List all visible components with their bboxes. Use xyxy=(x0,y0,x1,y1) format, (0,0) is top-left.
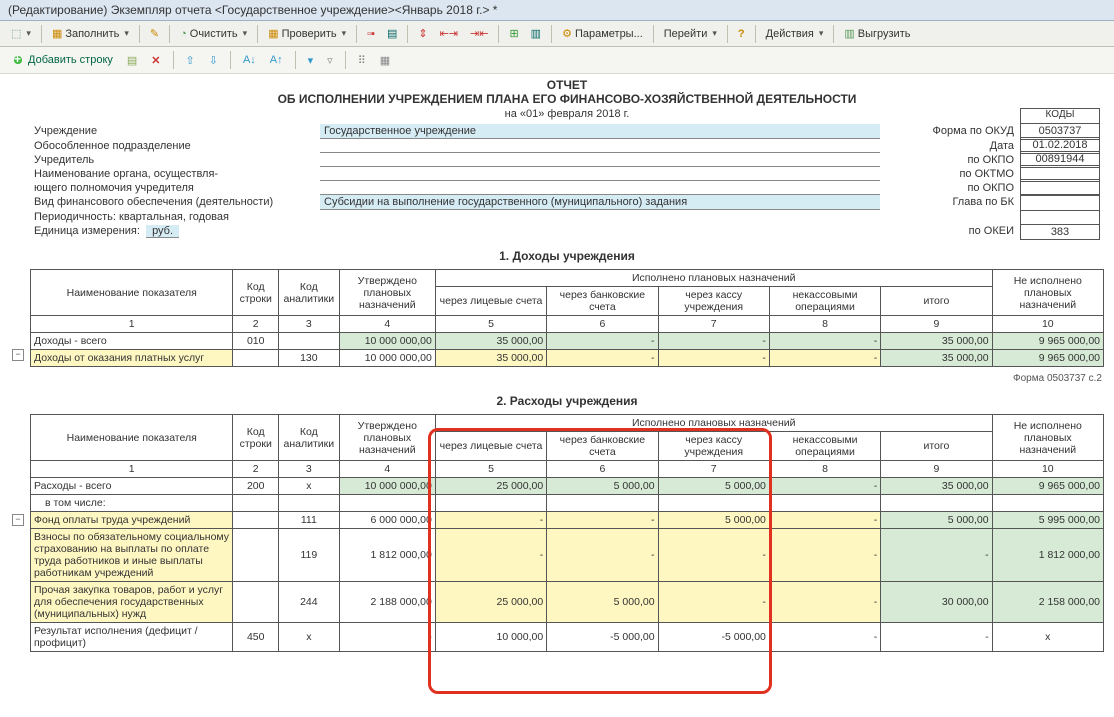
copy-row-icon[interactable]: ▤ xyxy=(122,51,142,70)
nav-btn[interactable]: ⬚▾ xyxy=(6,24,36,43)
val-unit[interactable]: руб. xyxy=(146,225,179,238)
val-auth2[interactable] xyxy=(320,181,880,195)
row-up-icon[interactable]: ⇧ xyxy=(181,51,200,70)
sort-asc-icon[interactable]: A↓ xyxy=(238,51,261,69)
report-subtitle: ОБ ИСПОЛНЕНИИ УЧРЕЖДЕНИЕМ ПЛАНА ЕГО ФИНА… xyxy=(30,92,1104,106)
code-bk xyxy=(1020,194,1100,225)
lbl-bk: Глава по БК xyxy=(880,195,1020,210)
code-okei: 383 xyxy=(1020,224,1100,240)
report-body: − − ОТЧЕТ ОБ ИСПОЛНЕНИИ УЧРЕЖДЕНИЕМ ПЛАН… xyxy=(0,74,1114,662)
sort-desc-icon[interactable]: A↑ xyxy=(265,51,288,69)
tb-ico-2[interactable]: ▤ xyxy=(382,24,402,43)
window-title: (Редактирование) Экземпляр отчета <Госуд… xyxy=(0,0,1114,21)
table-row[interactable]: Доходы от оказания платных услуг13010 00… xyxy=(31,350,1104,367)
add-row-button[interactable]: Добавить строку xyxy=(6,50,118,70)
table-row[interactable]: Доходы - всего01010 000 000,0035 000,00-… xyxy=(31,333,1104,350)
outline-toggle-2[interactable]: − xyxy=(12,514,24,526)
table-row[interactable]: Результат исполнения (дефицит / профицит… xyxy=(31,623,1104,652)
lbl-oktmo: по ОКТМО xyxy=(880,167,1020,181)
section1-title: 1. Доходы учреждения xyxy=(30,249,1104,263)
report-title: ОТЧЕТ xyxy=(30,78,1104,92)
unload-button[interactable]: ▥Выгрузить xyxy=(839,24,915,43)
fill-button[interactable]: ▦Заполнить▾ xyxy=(47,24,134,43)
lbl-founder: Учредитель xyxy=(30,153,320,167)
clear-button[interactable]: ◔Очистить▾ xyxy=(175,25,252,43)
tb-ico-6[interactable]: ⊞ xyxy=(504,24,523,43)
val-org[interactable]: Государственное учреждение xyxy=(320,124,880,139)
misc-icon-2[interactable]: ▦ xyxy=(375,51,395,70)
lbl-auth1: Наименование органа, осуществля- xyxy=(30,167,320,181)
tb-ico-7[interactable]: ▥ xyxy=(526,24,546,43)
lbl-okud: Форма по ОКУД xyxy=(880,124,1020,139)
val-sep[interactable] xyxy=(320,139,880,153)
lbl-okpo: по ОКПО xyxy=(880,153,1020,167)
misc-icon-1[interactable]: ⠿ xyxy=(353,51,371,70)
table-row[interactable]: Расходы - всего200х10 000 000,0025 000,0… xyxy=(31,478,1104,495)
income-table: Наименование показателя Код строки Код а… xyxy=(30,269,1104,367)
expense-table: Наименование показателя Код строки Код а… xyxy=(30,414,1104,652)
lbl-fin: Вид финансового обеспечения (деятельност… xyxy=(30,195,320,210)
tb-ico-1[interactable]: ▫▪ xyxy=(362,25,380,43)
val-fin[interactable]: Субсидии на выполнение государственного … xyxy=(320,195,880,210)
report-date: на «01» февраля 2018 г. xyxy=(30,108,1104,120)
tb-ico-3[interactable]: ⇕ xyxy=(413,24,432,43)
lbl-auth2: ющего полномочия учредителя xyxy=(30,181,320,195)
main-toolbar: ⬚▾ ▦Заполнить▾ ✎ ◔Очистить▾ ▦Проверить▾ … xyxy=(0,21,1114,47)
lbl-unit: Единица измерения: руб. xyxy=(30,224,320,239)
table-row[interactable]: Прочая закупка товаров, работ и услуг дл… xyxy=(31,582,1104,623)
row-down-icon[interactable]: ⇩ xyxy=(204,51,223,70)
table-row[interactable]: Фонд оплаты труда учреждений1116 000 000… xyxy=(31,512,1104,529)
tb-ico-4[interactable]: ⇤⇥ xyxy=(435,24,463,43)
plus-icon xyxy=(11,53,25,67)
tb-ico-5[interactable]: ⇥⇤ xyxy=(465,24,493,43)
val-auth1[interactable] xyxy=(320,167,880,181)
filter-icon[interactable]: ▾ xyxy=(303,51,319,70)
sub-toolbar: Добавить строку ▤ ✕ ⇧ ⇩ A↓ A↑ ▾ ▿ ⠿ ▦ xyxy=(0,47,1114,74)
lbl-period: Периодичность: квартальная, годовая xyxy=(30,210,320,224)
actions-button[interactable]: Действия▾ xyxy=(761,25,829,43)
params-button[interactable]: ⚙Параметры... xyxy=(557,24,648,43)
val-founder[interactable] xyxy=(320,153,880,167)
form-note: Форма 0503737 с.2 xyxy=(30,373,1102,384)
lbl-okei: по ОКЕИ xyxy=(880,224,1020,239)
lbl-sep: Обособленное подразделение xyxy=(30,139,320,153)
edit-icon[interactable]: ✎ xyxy=(145,24,164,43)
table-row[interactable]: Взносы по обязательному социальному стра… xyxy=(31,529,1104,582)
lbl-date: Дата xyxy=(880,139,1020,153)
header-grid: Учреждение Государственное учреждение Фо… xyxy=(30,124,1104,239)
table-row[interactable]: в том числе: xyxy=(31,495,1104,512)
help-icon[interactable]: ? xyxy=(733,25,750,43)
outline-toggle-1[interactable]: − xyxy=(12,349,24,361)
lbl-org: Учреждение xyxy=(30,124,320,139)
outline-gutter: − − xyxy=(4,74,24,662)
section2-title: 2. Расходы учреждения xyxy=(30,394,1104,408)
check-button[interactable]: ▦Проверить▾ xyxy=(263,24,351,43)
filter-off-icon[interactable]: ▿ xyxy=(322,51,338,70)
goto-button[interactable]: Перейти▾ xyxy=(659,25,722,43)
delete-row-icon[interactable]: ✕ xyxy=(146,51,165,70)
lbl-okpo2: по ОКПО xyxy=(880,181,1020,195)
